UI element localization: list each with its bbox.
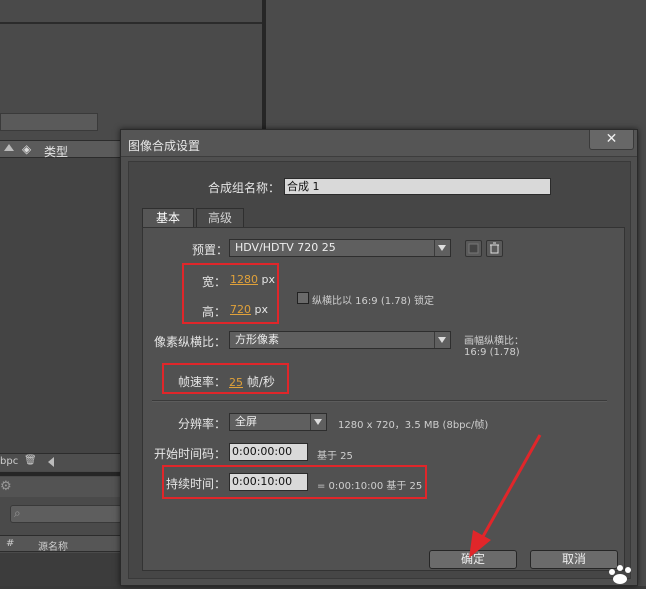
project-toolbar: bpc 🗑 bbox=[0, 453, 122, 471]
start-timecode-input[interactable]: 0:00:00:00 bbox=[229, 443, 308, 461]
frame-aspect-value: 16:9 (1.78) bbox=[464, 347, 520, 358]
close-button[interactable]: ✕ bbox=[589, 130, 634, 150]
search-icon: ⌕ bbox=[14, 506, 21, 520]
project-list bbox=[0, 158, 122, 453]
dialog-content: 合成组名称： 合成 1 基本 高级 预置： HDV/HDTV 720 25 宽：… bbox=[128, 161, 631, 579]
pixel-aspect-label: 像素纵横比： bbox=[154, 335, 227, 349]
panel-divider[interactable] bbox=[262, 0, 266, 135]
timeline-column-header: # 源名称 bbox=[0, 535, 122, 553]
resolution-dropdown[interactable]: 全屏 bbox=[229, 413, 327, 431]
lock-aspect-checkbox[interactable] bbox=[297, 292, 309, 304]
watermark-logo bbox=[600, 560, 646, 586]
timeline-search-input[interactable]: ⌕ bbox=[10, 505, 122, 523]
tab-basic[interactable]: 基本 bbox=[142, 208, 194, 228]
column-hash-label: # bbox=[6, 538, 15, 549]
panel-divider-bottom bbox=[0, 472, 122, 476]
dialog-titlebar[interactable]: 图像合成设置 ✕ bbox=[121, 130, 637, 157]
pixel-aspect-value: 方形像素 bbox=[235, 333, 279, 346]
project-column-header: ◈ 类型 bbox=[0, 140, 122, 159]
timeline-body bbox=[0, 553, 122, 586]
preset-dropdown[interactable]: HDV/HDTV 720 25 bbox=[229, 239, 451, 257]
preset-label: 预置： bbox=[192, 243, 229, 257]
start-timecode-label: 开始时间码： bbox=[154, 447, 227, 461]
gear-icon[interactable]: ⚙ bbox=[0, 479, 12, 494]
trash-icon[interactable]: 🗑 bbox=[24, 455, 37, 466]
preset-value: HDV/HDTV 720 25 bbox=[235, 241, 336, 254]
annotation-box-size bbox=[182, 263, 279, 324]
chevron-down-icon bbox=[434, 240, 450, 256]
annotation-arrow-icon bbox=[469, 434, 542, 558]
comp-name-label: 合成组名称： bbox=[208, 181, 281, 195]
dialog-title: 图像合成设置 bbox=[128, 139, 201, 153]
comp-name-input[interactable]: 合成 1 bbox=[284, 178, 551, 195]
delete-preset-icon[interactable] bbox=[486, 240, 503, 257]
chevron-down-icon bbox=[310, 414, 326, 430]
save-preset-icon[interactable] bbox=[465, 240, 482, 257]
divider bbox=[152, 400, 607, 402]
tab-advanced[interactable]: 高级 bbox=[196, 208, 244, 228]
timeline-header: ⚙ bbox=[0, 477, 122, 497]
frame-aspect-label: 画幅纵横比： bbox=[464, 336, 524, 347]
panel-top-bar bbox=[0, 22, 262, 24]
start-timecode-note: 基于 25 bbox=[317, 451, 353, 462]
composition-settings-dialog: 图像合成设置 ✕ 合成组名称： 合成 1 基本 高级 预置： HDV/HDTV … bbox=[120, 129, 638, 586]
column-source-name-label[interactable]: 源名称 bbox=[38, 538, 68, 553]
annotation-box-duration bbox=[162, 465, 427, 499]
resolution-value: 全屏 bbox=[235, 415, 257, 428]
scroll-left-icon[interactable] bbox=[48, 457, 54, 467]
project-search-input[interactable] bbox=[0, 113, 98, 131]
resolution-info: 1280 x 720，3.5 MB (8bpc/帧) bbox=[338, 420, 489, 431]
lock-aspect-label[interactable]: 纵横比以 16:9 (1.78) 锁定 bbox=[312, 292, 434, 307]
bpc-button[interactable]: bpc bbox=[0, 456, 18, 467]
resolution-label: 分辨率： bbox=[178, 417, 227, 431]
label-tag-icon[interactable]: ◈ bbox=[22, 142, 31, 156]
sort-up-icon[interactable] bbox=[4, 144, 14, 151]
chevron-down-icon bbox=[434, 332, 450, 348]
annotation-box-frame-rate bbox=[162, 363, 289, 394]
pixel-aspect-dropdown[interactable]: 方形像素 bbox=[229, 331, 451, 349]
